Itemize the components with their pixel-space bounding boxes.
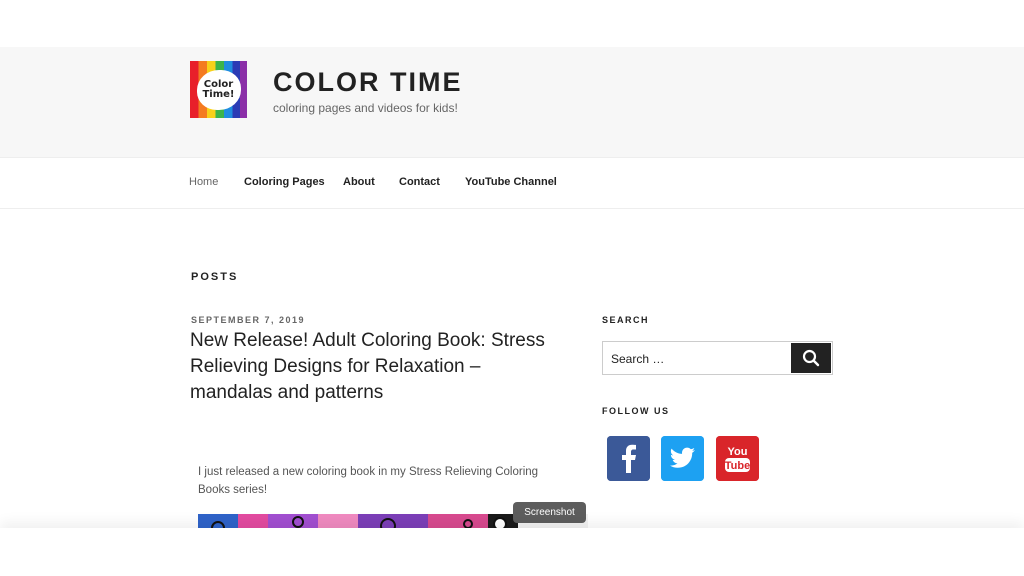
post-title[interactable]: New Release! Adult Coloring Book: Stress… — [190, 328, 560, 406]
logo-badge: Color Time! — [196, 69, 241, 110]
search-input[interactable] — [603, 342, 801, 376]
facebook-link[interactable] — [607, 436, 650, 481]
svg-text:Tube: Tube — [725, 460, 750, 472]
follow-widget-title: FOLLOW US — [602, 406, 670, 416]
screenshot-tooltip: Screenshot — [513, 502, 586, 523]
site-title[interactable]: COLOR TIME — [273, 67, 463, 98]
twitter-icon — [661, 436, 704, 481]
search-button[interactable] — [791, 343, 831, 373]
logo-text-line1: Color — [203, 78, 234, 90]
bottom-fade — [0, 528, 1024, 576]
post-date[interactable]: SEPTEMBER 7, 2019 — [191, 315, 305, 325]
posts-heading: POSTS — [191, 271, 239, 283]
site-header: Color Time! COLOR TIME coloring pages an… — [0, 47, 1024, 157]
search-widget-title: SEARCH — [602, 315, 650, 325]
site-description: coloring pages and videos for kids! — [273, 101, 458, 115]
logo-text-line2: Time! — [202, 88, 235, 100]
main-navigation: Home Coloring Pages About Contact YouTub… — [0, 157, 1024, 209]
nav-item-about[interactable]: About — [343, 176, 375, 188]
nav-item-coloring-pages[interactable]: Coloring Pages — [244, 176, 325, 188]
youtube-link[interactable]: You Tube — [716, 436, 759, 481]
twitter-link[interactable] — [661, 436, 704, 481]
facebook-icon — [607, 436, 650, 481]
nav-item-contact[interactable]: Contact — [399, 176, 440, 188]
svg-text:You: You — [728, 446, 748, 458]
site-logo[interactable]: Color Time! — [190, 61, 247, 118]
search-form — [602, 341, 833, 376]
nav-item-home[interactable]: Home — [189, 176, 218, 188]
post-excerpt: I just released a new coloring book in m… — [198, 466, 539, 496]
top-bar — [0, 0, 1024, 47]
nav-item-youtube-channel[interactable]: YouTube Channel — [465, 176, 557, 188]
search-icon — [802, 349, 820, 367]
youtube-icon: You Tube — [716, 436, 759, 481]
